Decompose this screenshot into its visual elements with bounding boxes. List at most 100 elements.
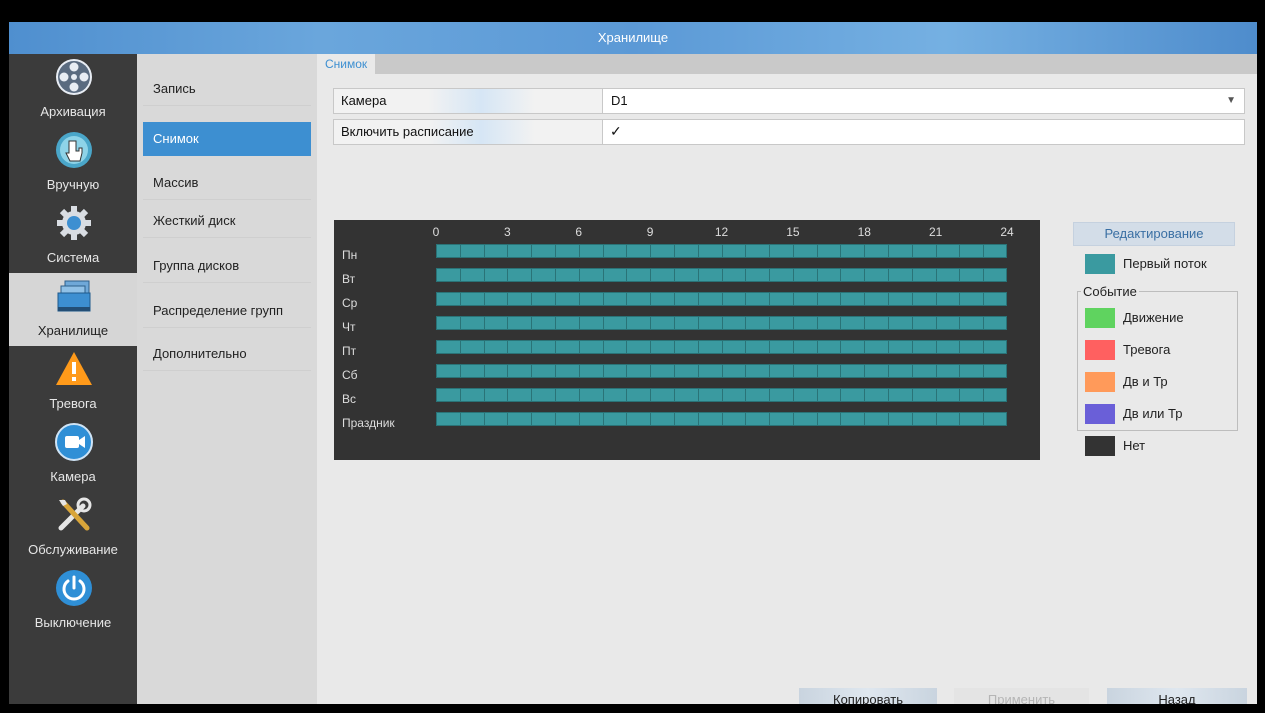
copy-button[interactable]: Копировать — [799, 688, 937, 704]
hour-divider — [507, 245, 509, 257]
hour-divider — [792, 389, 794, 401]
back-button[interactable]: Назад — [1107, 688, 1247, 704]
nav-maintenance[interactable]: Обслуживание — [9, 492, 137, 565]
hour-divider — [673, 389, 675, 401]
nav-archive[interactable]: Архивация — [9, 54, 137, 127]
day-schedule-bar[interactable] — [436, 412, 1007, 426]
day-schedule-bar[interactable] — [436, 268, 1007, 282]
hour-divider — [531, 269, 533, 281]
nav-label: Тревога — [49, 396, 97, 411]
hour-divider — [697, 245, 699, 257]
hour-divider — [531, 245, 533, 257]
color-swatch — [1085, 372, 1115, 392]
hour-divider — [959, 341, 961, 353]
hour-divider — [697, 413, 699, 425]
hour-divider — [911, 365, 913, 377]
hour-divider — [483, 269, 485, 281]
submenu-disk-group[interactable]: Группа дисков — [143, 249, 311, 283]
enable-schedule-checkbox[interactable]: ✓ — [610, 124, 624, 138]
storage-icon — [57, 280, 91, 312]
tab-snapshot[interactable]: Снимок — [317, 54, 376, 74]
hour-divider — [745, 269, 747, 281]
submenu-advanced[interactable]: Дополнительно — [143, 337, 311, 371]
nav-shutdown[interactable]: Выключение — [9, 565, 137, 638]
hour-divider — [626, 341, 628, 353]
hour-divider — [507, 317, 509, 329]
hour-divider — [769, 413, 771, 425]
submenu-hdd[interactable]: Жесткий диск — [143, 204, 311, 238]
nav-camera[interactable]: Камера — [9, 419, 137, 492]
submenu-record[interactable]: Запись — [143, 72, 311, 106]
hour-divider — [935, 365, 937, 377]
hour-divider — [864, 269, 866, 281]
hour-divider — [792, 365, 794, 377]
day-schedule-bar[interactable] — [436, 292, 1007, 306]
edit-button[interactable]: Редактирование — [1073, 222, 1235, 246]
nav-label: Камера — [50, 469, 96, 484]
hour-divider — [840, 389, 842, 401]
day-label: Ср — [342, 296, 358, 310]
hour-divider — [840, 365, 842, 377]
hour-divider — [650, 269, 652, 281]
hour-divider — [983, 389, 985, 401]
hour-divider — [769, 341, 771, 353]
hour-divider — [745, 317, 747, 329]
hour-divider — [673, 413, 675, 425]
day-schedule-bar[interactable] — [436, 340, 1007, 354]
hour-divider — [554, 245, 556, 257]
nav-alarm[interactable]: Тревога — [9, 346, 137, 419]
legend-label: Движение — [1123, 310, 1184, 325]
main-nav: Архивация Вручную Система Хранилище Трев… — [9, 54, 137, 704]
hour-divider — [983, 293, 985, 305]
hour-tick-label: 15 — [786, 225, 800, 239]
hour-divider — [507, 293, 509, 305]
schedule-row: Включить расписание ✓ — [333, 119, 1245, 145]
submenu-group-allocation[interactable]: Распределение групп — [143, 294, 311, 328]
hour-divider — [911, 389, 913, 401]
storage-window: Хранилище Архивация Вручную Система Хран… — [9, 22, 1257, 704]
hour-divider — [888, 389, 890, 401]
day-schedule-bar[interactable] — [436, 388, 1007, 402]
hour-divider — [459, 341, 461, 353]
day-schedule-bar[interactable] — [436, 244, 1007, 258]
submenu-snapshot[interactable]: Снимок — [143, 122, 311, 156]
submenu-array[interactable]: Массив — [143, 166, 311, 200]
window-title: Хранилище — [9, 22, 1257, 54]
hour-divider — [721, 341, 723, 353]
hour-divider — [721, 317, 723, 329]
nav-system[interactable]: Система — [9, 200, 137, 273]
hour-tick-label: 3 — [504, 225, 511, 239]
hour-divider — [769, 317, 771, 329]
schedule-grid[interactable]: 0 3 6 9 12 15 18 21 24 Пн Вт Ср Чт Пт Сб Вс Праздник — [334, 220, 1040, 460]
hour-divider — [483, 341, 485, 353]
nav-manual[interactable]: Вручную — [9, 127, 137, 200]
hour-divider — [459, 293, 461, 305]
hour-divider — [840, 413, 842, 425]
chevron-down-icon[interactable]: ▼ — [1226, 89, 1236, 113]
hour-divider — [626, 317, 628, 329]
day-label: Пт — [342, 344, 357, 358]
hour-divider — [602, 293, 604, 305]
apply-button[interactable]: Применить — [954, 688, 1089, 704]
hour-divider — [554, 293, 556, 305]
hour-divider — [721, 413, 723, 425]
hour-divider — [769, 365, 771, 377]
day-schedule-bar[interactable] — [436, 364, 1007, 378]
hour-divider — [602, 317, 604, 329]
hour-divider — [673, 317, 675, 329]
hour-divider — [483, 365, 485, 377]
hour-divider — [483, 389, 485, 401]
hour-divider — [745, 413, 747, 425]
nav-storage[interactable]: Хранилище — [9, 273, 137, 346]
hour-divider — [554, 389, 556, 401]
day-schedule-bar[interactable] — [436, 316, 1007, 330]
camera-select[interactable]: D1 — [611, 89, 628, 113]
hour-divider — [816, 245, 818, 257]
hour-divider — [769, 269, 771, 281]
hour-divider — [697, 293, 699, 305]
hour-divider — [816, 413, 818, 425]
hour-divider — [911, 413, 913, 425]
hour-divider — [983, 317, 985, 329]
legend-label: Дв и Тр — [1123, 374, 1168, 389]
hour-divider — [792, 317, 794, 329]
